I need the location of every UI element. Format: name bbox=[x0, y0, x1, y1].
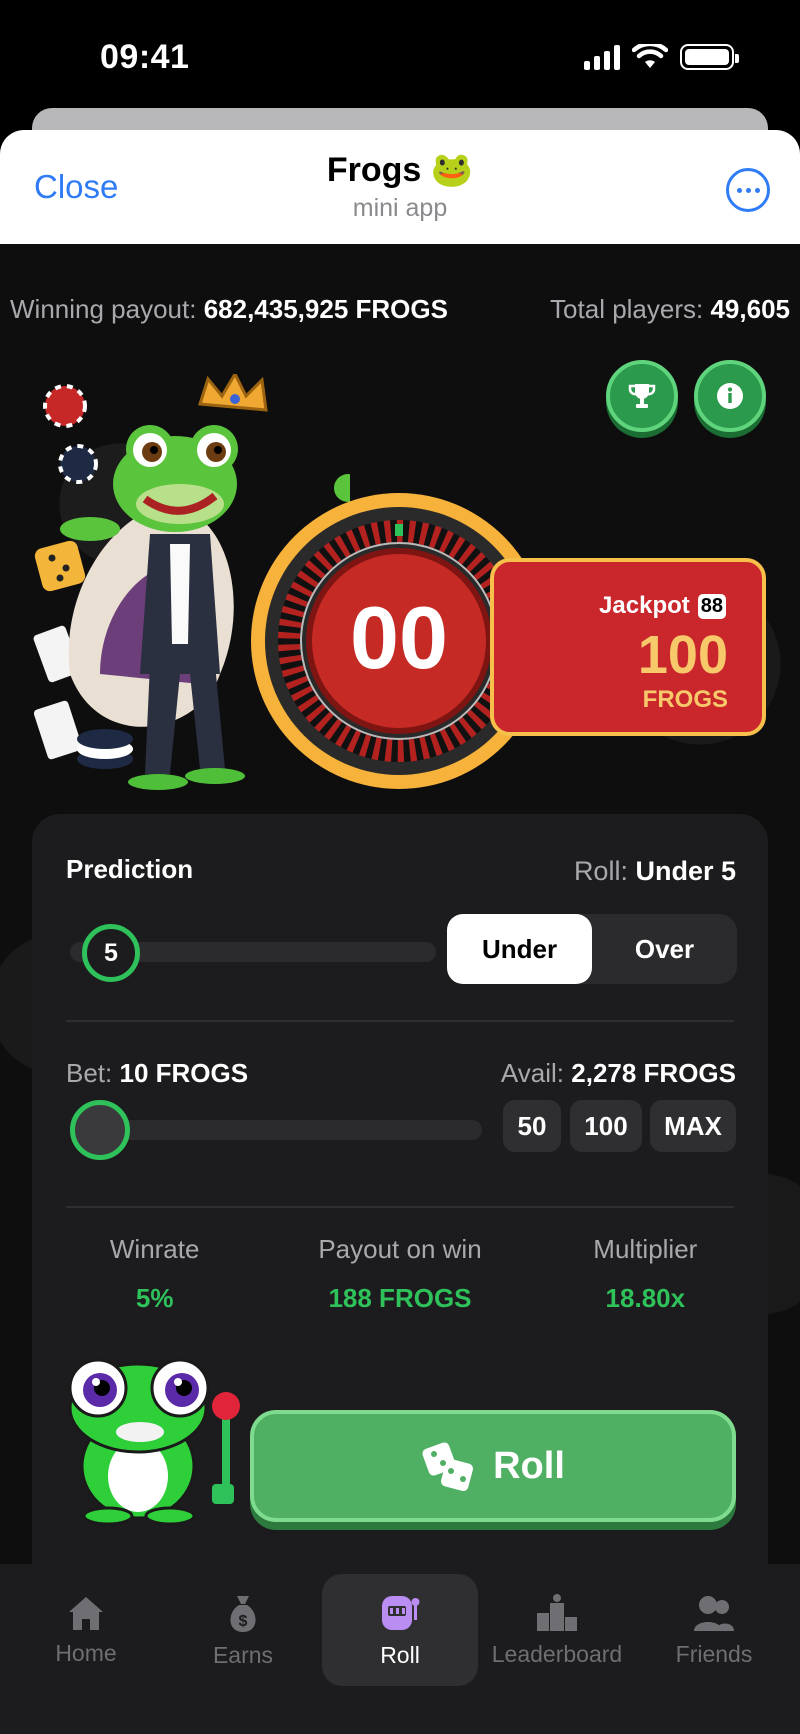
metric-label: Multiplier bbox=[593, 1234, 698, 1264]
toggle-over[interactable]: Over bbox=[592, 914, 737, 984]
roll-button[interactable]: Roll bbox=[250, 1410, 736, 1522]
dice-icon bbox=[422, 1442, 474, 1492]
tab-roll[interactable]: Roll bbox=[322, 1574, 478, 1686]
stats-row: Winning payout: 682,435,925 FROGS Total … bbox=[10, 294, 790, 325]
trophy-icon bbox=[628, 384, 656, 408]
game-area: Winning payout: 682,435,925 FROGS Total … bbox=[0, 244, 800, 1734]
frog-mascot-illustration bbox=[68, 1358, 210, 1526]
more-dot-icon bbox=[745, 187, 751, 193]
quick-bet-50-button[interactable]: 50 bbox=[503, 1100, 561, 1152]
tab-leaderboard-label: Leaderboard bbox=[491, 1640, 623, 1667]
status-icons bbox=[584, 44, 739, 70]
tab-bar: Home $ Earns Roll Leaderboard Friends bbox=[0, 1564, 800, 1734]
roll-info: Roll: Under 5 bbox=[574, 856, 736, 887]
roll-button-label: Roll bbox=[493, 1444, 565, 1487]
tab-list: Home $ Earns Roll Leaderboard Friends bbox=[0, 1574, 800, 1686]
quick-bet-max-button[interactable]: MAX bbox=[650, 1100, 736, 1152]
tab-leaderboard[interactable]: Leaderboard bbox=[479, 1574, 635, 1686]
prediction-slider-thumb[interactable]: 5 bbox=[82, 924, 140, 982]
metrics-row: Winrate 5% Payout on win 188 FROGS Multi… bbox=[32, 1234, 768, 1314]
metric-value: 5% bbox=[135, 1283, 174, 1313]
status-bar: 09:41 bbox=[0, 0, 800, 110]
metric-value: 188 FROGS bbox=[328, 1283, 472, 1313]
tab-earns-label: Earns bbox=[212, 1641, 274, 1668]
winning-payout-value: 682,435,925 FROGS bbox=[203, 294, 448, 324]
tab-friends-label: Friends bbox=[675, 1640, 753, 1667]
home-icon bbox=[69, 1596, 103, 1630]
total-players-label: Total players: bbox=[550, 294, 704, 324]
tab-roll-label: Roll bbox=[380, 1641, 420, 1668]
under-over-toggle: Under Over bbox=[447, 914, 737, 984]
podium-icon bbox=[537, 1593, 577, 1631]
prediction-title: Prediction bbox=[66, 854, 194, 884]
svg-text:$: $ bbox=[239, 1613, 248, 1630]
status-time: 09:41 bbox=[100, 38, 190, 76]
metric-payout: Payout on win 188 FROGS bbox=[277, 1234, 522, 1314]
divider bbox=[66, 1206, 734, 1208]
battery-icon bbox=[680, 44, 739, 70]
total-players-value: 49,605 bbox=[710, 294, 790, 324]
roll-value: Under 5 bbox=[635, 856, 736, 886]
metric-label: Winrate bbox=[109, 1234, 200, 1264]
friends-icon bbox=[694, 1595, 734, 1631]
bet-slider-track[interactable] bbox=[70, 1120, 482, 1140]
total-players: Total players: 49,605 bbox=[550, 294, 790, 325]
slot-machine-icon bbox=[382, 1595, 420, 1630]
cellular-signal-icon bbox=[584, 44, 620, 70]
metric-label: Payout on win bbox=[318, 1234, 482, 1264]
jackpot-card: Jackpot 88 100 FROGS bbox=[490, 558, 766, 736]
divider bbox=[66, 1020, 734, 1022]
metric-value: 18.80x bbox=[605, 1283, 686, 1313]
winning-payout: Winning payout: 682,435,925 FROGS bbox=[10, 294, 448, 325]
tab-earns[interactable]: $ Earns bbox=[165, 1574, 321, 1686]
bet-info: Bet: 10 FROGS bbox=[66, 1058, 248, 1089]
jackpot-unit: FROGS bbox=[642, 686, 728, 713]
available-info: Avail: 2,278 FROGS bbox=[501, 1058, 736, 1089]
roll-label: Roll: bbox=[573, 856, 628, 886]
app-title: Frogs 🐸 bbox=[326, 151, 474, 189]
more-dot-icon bbox=[736, 187, 742, 193]
winning-payout-label: Winning payout: bbox=[10, 294, 197, 324]
tab-friends[interactable]: Friends bbox=[636, 1574, 792, 1686]
jackpot-label: Jackpot bbox=[599, 592, 690, 619]
more-options-button[interactable] bbox=[726, 168, 770, 212]
jackpot-amount: 100 bbox=[637, 625, 728, 685]
jackpot-badge: 88 bbox=[697, 593, 726, 619]
wifi-icon bbox=[632, 44, 668, 68]
available-value: 2,278 FROGS bbox=[571, 1058, 736, 1088]
more-dot-icon bbox=[754, 187, 760, 193]
bet-slider-thumb[interactable] bbox=[70, 1100, 130, 1160]
bet-value: 10 FROGS bbox=[119, 1058, 249, 1088]
bet-label: Bet: bbox=[66, 1058, 113, 1088]
screen: 09:41 Close Frogs 🐸 mini app Winning pay… bbox=[0, 0, 800, 1734]
app-header: Close Frogs 🐸 mini app bbox=[0, 130, 800, 244]
app-subtitle: mini app bbox=[352, 194, 448, 222]
slot-lever-icon bbox=[212, 1392, 240, 1504]
metric-multiplier: Multiplier 18.80x bbox=[523, 1234, 768, 1314]
jackpot-label-row: Jackpot 88 bbox=[599, 592, 726, 620]
tab-home-label: Home bbox=[55, 1639, 117, 1666]
available-label: Avail: bbox=[500, 1058, 565, 1088]
toggle-under[interactable]: Under bbox=[447, 914, 592, 984]
info-button[interactable] bbox=[694, 360, 766, 432]
quick-bet-100-button[interactable]: 100 bbox=[570, 1100, 642, 1152]
tab-home[interactable]: Home bbox=[8, 1574, 164, 1686]
money-bag-icon: $ bbox=[230, 1595, 256, 1632]
leaderboard-trophy-button[interactable] bbox=[606, 360, 678, 432]
info-icon bbox=[717, 383, 743, 409]
metric-winrate: Winrate 5% bbox=[32, 1234, 277, 1314]
